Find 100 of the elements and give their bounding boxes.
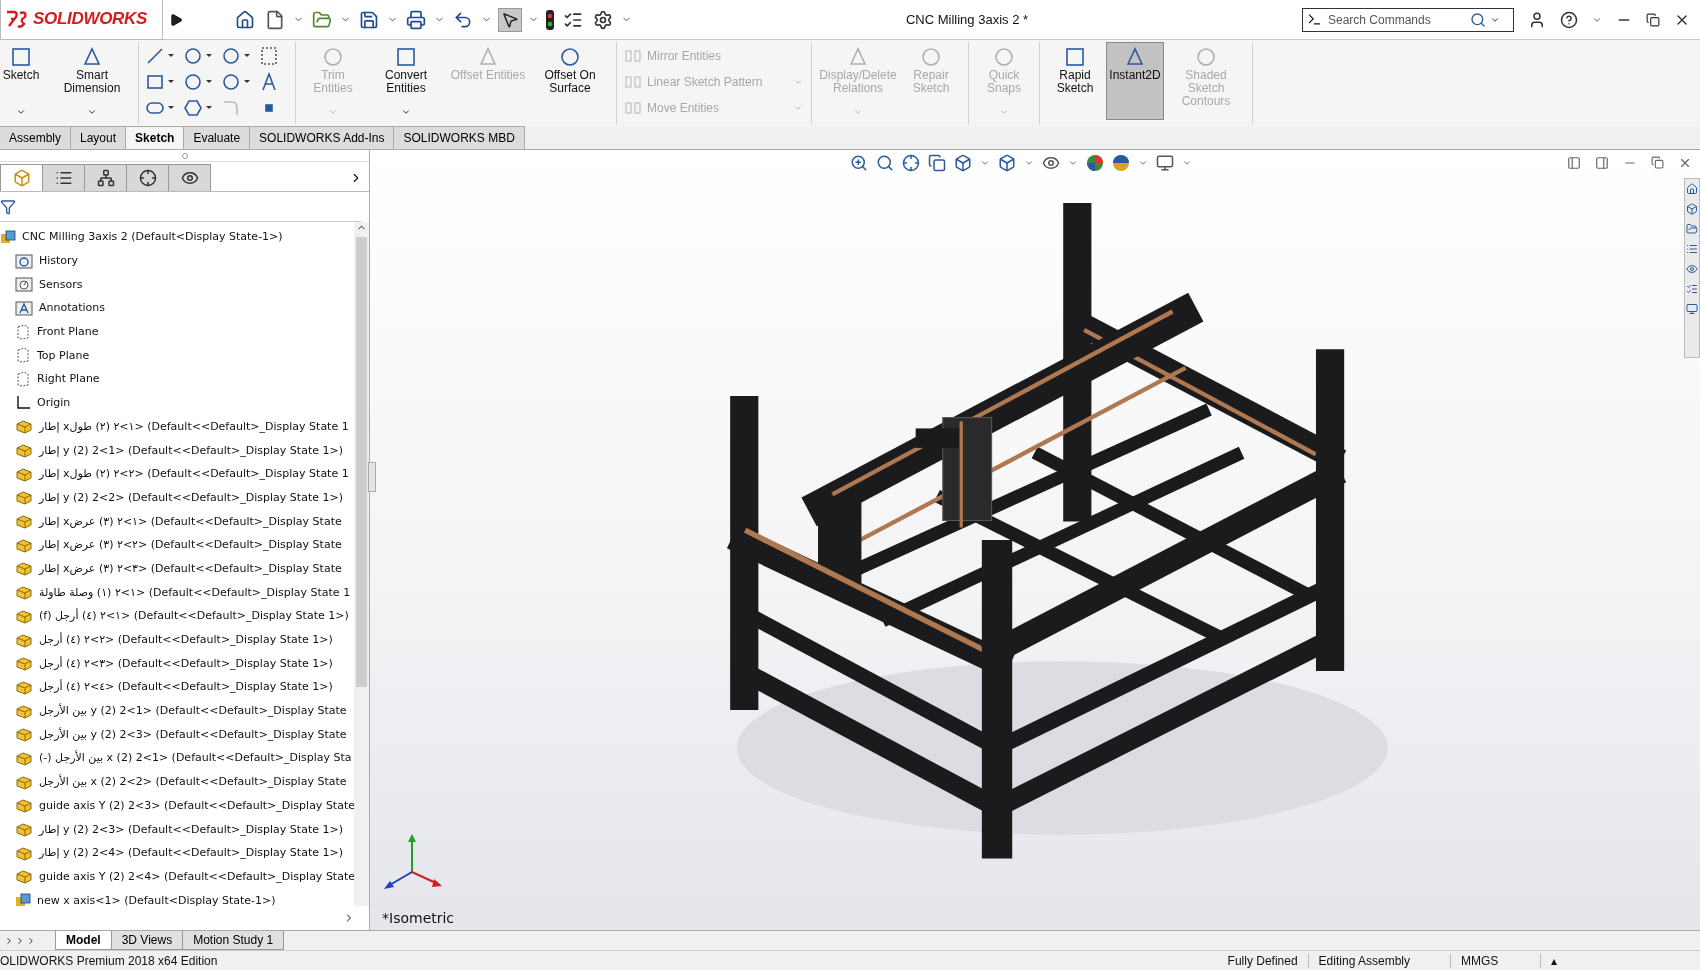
tree-item[interactable]: بين الأرجل y (2) 2<1> (Default<<Default>_Display State xyxy=(0,698,354,723)
ribbon-command-button[interactable]: Smart Dimension xyxy=(52,42,132,120)
tile-left-icon[interactable] xyxy=(1567,156,1581,170)
filter-icon[interactable] xyxy=(0,198,16,215)
appearance-sphere-icon[interactable] xyxy=(1086,154,1104,172)
tree-item[interactable]: إطار y (2) 2<4> (Default<<Default>_Display State 1>) xyxy=(0,840,354,865)
tree-item[interactable]: إطار y (2) 2<2> (Default<<Default>_Display State 1>) xyxy=(0,485,354,510)
tree-item[interactable]: guide axis Y (2) 2<3> (Default<<Default>_Display State xyxy=(0,793,354,818)
tree-item[interactable]: ٤>٢ (٤) أرجل> (Default<<Default>_Display State 1>) xyxy=(0,675,354,699)
close-icon[interactable] xyxy=(1678,156,1692,170)
tree-item[interactable]: إطار x١>٢ (٢) طول> (Default<<Default>_Display State 1 xyxy=(0,414,354,439)
tree-item[interactable]: guide axis Y (2) 2<4> (Default<<Default>_Display State xyxy=(0,864,354,889)
tree-item[interactable]: إطار x٢>٢ (٣) عرض> (Default<<Default>_Display State xyxy=(0,532,354,557)
panel-tab[interactable] xyxy=(168,164,211,191)
tree-item[interactable]: Origin xyxy=(0,390,354,415)
part-icon xyxy=(15,844,33,861)
model-tab[interactable]: Motion Study 1 xyxy=(182,931,285,950)
select-pointer-icon[interactable] xyxy=(498,7,522,32)
restore-icon[interactable] xyxy=(1646,12,1660,27)
ribbon-command-button[interactable]: Rapid Sketch xyxy=(1046,42,1104,120)
scene-sphere-icon[interactable] xyxy=(1112,154,1130,172)
caret-icon[interactable] xyxy=(1068,158,1078,168)
vertical-scrollbar[interactable] xyxy=(354,222,369,906)
panel-tab[interactable] xyxy=(42,164,85,191)
task-pane-icon[interactable] xyxy=(1686,223,1698,235)
traffic-light-icon[interactable] xyxy=(545,8,555,31)
task-pane-icon[interactable] xyxy=(1686,203,1698,215)
user-icon[interactable] xyxy=(1528,10,1546,29)
task-pane-icon[interactable] xyxy=(1686,283,1698,295)
tree-item[interactable]: Sensors xyxy=(0,272,354,297)
command-tab[interactable]: SOLIDWORKS MBD xyxy=(393,126,525,149)
tree-item[interactable]: (-) بين الأرجل x (2) 2<1> (Default<<Default>_Display Sta xyxy=(0,746,354,770)
command-tab[interactable]: Evaluate xyxy=(183,126,251,149)
command-icon xyxy=(558,45,582,69)
command-tab[interactable]: SOLIDWORKS Add-Ins xyxy=(249,126,395,149)
tree-item[interactable]: Annotations xyxy=(0,296,354,320)
search-box[interactable]: Search Commands xyxy=(1302,7,1514,32)
ribbon-command-button[interactable]: Offset On Surface xyxy=(530,42,610,120)
display-style-icon[interactable] xyxy=(998,154,1016,172)
command-icon xyxy=(625,49,641,63)
tree-item[interactable]: إطار x٣>٢ (٣) عرض> (Default<<Default>_Display State xyxy=(0,556,354,581)
polygon-tool-icon[interactable] xyxy=(183,98,213,118)
line-tool-icon[interactable] xyxy=(145,46,175,66)
tree-item[interactable]: Front Plane xyxy=(0,319,354,344)
tree-item[interactable]: بين الأرجل x (2) 2<2> (Default<<Default>_Display State xyxy=(0,769,354,794)
tree-item[interactable]: Right Plane xyxy=(0,367,354,391)
tree-item[interactable]: Top Plane xyxy=(0,343,354,368)
caret-icon[interactable] xyxy=(980,158,990,168)
command-tab[interactable]: Assembly xyxy=(0,126,71,149)
search-icon[interactable] xyxy=(1470,11,1486,28)
command-tab[interactable]: Layout xyxy=(70,126,127,149)
ribbon-command-button[interactable]: Convert Entities xyxy=(366,42,446,120)
monitor-icon[interactable] xyxy=(1156,154,1174,172)
tree-item[interactable]: CNC Milling 3axis 2 (Default<Display State-1>) xyxy=(0,225,354,249)
panel-tab[interactable] xyxy=(84,164,127,191)
task-pane-icon[interactable] xyxy=(1686,263,1698,275)
task-pane-icon[interactable] xyxy=(1686,243,1698,255)
cube-icon[interactable] xyxy=(954,154,972,172)
caret-icon[interactable] xyxy=(1182,158,1192,168)
model-tab[interactable]: Model xyxy=(55,931,112,950)
caret-icon[interactable] xyxy=(401,107,411,117)
part-icon xyxy=(15,465,33,482)
tile-right-icon[interactable] xyxy=(1595,156,1609,170)
tree-item[interactable]: بين الأرجل y (2) 2<3> (Default<<Default>_Display State xyxy=(0,722,354,747)
task-pane-icon[interactable] xyxy=(1686,303,1698,315)
tree-item[interactable]: (f) ١>٢ (٤) أرجل> (Default<<Default>_Display State 1>) xyxy=(0,604,354,628)
tree-item[interactable]: إطار y (2) 2<3> (Default<<Default>_Display State 1>) xyxy=(0,817,354,841)
command-icon xyxy=(394,45,418,69)
model-tab[interactable]: 3D Views xyxy=(110,931,184,950)
tree-item[interactable]: إطار y (2) 2<1> (Default<<Default>_Display State 1>) xyxy=(0,438,354,462)
help-icon[interactable] xyxy=(1560,10,1578,29)
tree-item[interactable]: ١>٢ (١) وصلة طاولة> (Default<<Default>_Display State 1 xyxy=(0,580,354,604)
circle-tool-icon[interactable] xyxy=(183,46,213,66)
tree-item[interactable]: ٣>٢ (٤) أرجل> (Default<<Default>_Display State 1>) xyxy=(0,651,354,676)
splitter-handle[interactable] xyxy=(368,462,376,492)
eye-icon[interactable] xyxy=(1042,154,1060,172)
status-item[interactable]: ▴ xyxy=(1540,953,1700,968)
ribbon-command-button[interactable]: Sketch xyxy=(0,42,50,120)
rectangle-tool-icon[interactable] xyxy=(145,72,175,92)
tree-item[interactable]: إطار x٢>٢ (٢) طول> (Default<<Default>_Display State 1 xyxy=(0,461,354,486)
view-name: *Isometric xyxy=(382,910,455,926)
expand-menu-icon[interactable] xyxy=(169,12,183,27)
ribbon-command-button[interactable]: Instant2D xyxy=(1106,42,1164,120)
caret-icon[interactable] xyxy=(87,107,97,117)
zoom-area-icon[interactable] xyxy=(876,154,894,172)
restore-icon[interactable] xyxy=(1651,156,1664,169)
tree-item[interactable]: new x axis<1> (Default<Display State-1>) xyxy=(0,888,354,906)
tree-item[interactable]: History xyxy=(0,248,354,273)
part-icon xyxy=(15,513,33,530)
task-pane-icon[interactable] xyxy=(1686,183,1698,195)
panel-tab[interactable] xyxy=(126,164,169,191)
search-field[interactable]: Search Commands xyxy=(1326,11,1466,28)
caret-icon[interactable] xyxy=(1024,158,1034,168)
caret-icon[interactable] xyxy=(16,107,26,117)
crosshair-icon[interactable] xyxy=(902,154,920,172)
tree-item[interactable]: إطار x١>٢ (٣) عرض> (Default<<Default>_Display State xyxy=(0,509,354,533)
command-tab[interactable]: Sketch xyxy=(125,126,185,149)
caret-icon[interactable] xyxy=(1138,158,1148,168)
zoom-icon[interactable] xyxy=(850,154,868,172)
tree-item[interactable]: ٢>٢ (٤) أرجل> (Default<<Default>_Display State 1>) xyxy=(0,627,354,652)
